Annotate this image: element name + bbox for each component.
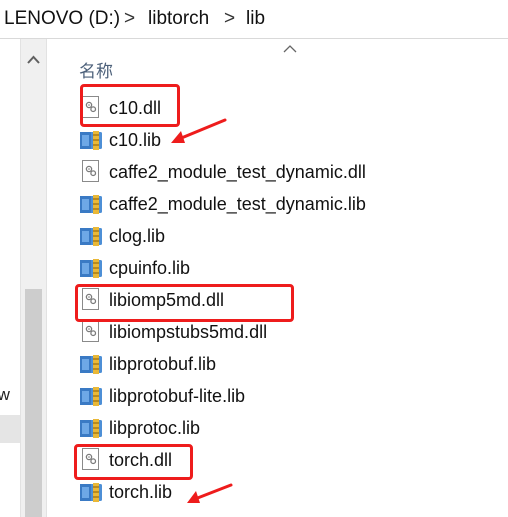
- file-row[interactable]: caffe2_module_test_dynamic.lib: [79, 188, 499, 220]
- nav-item-cut[interactable]: -w: [0, 377, 20, 417]
- sort-ascending-icon: [283, 45, 297, 53]
- lib-archive-icon: [79, 192, 103, 216]
- navigation-pane[interactable]: -w: [0, 39, 20, 517]
- file-name: libprotobuf-lite.lib: [109, 386, 246, 406]
- breadcrumb-separator[interactable]: >: [224, 8, 235, 30]
- file-row[interactable]: libprotobuf.lib: [79, 348, 499, 380]
- lib-archive-icon: [79, 384, 103, 408]
- nav-item-selected[interactable]: [0, 415, 20, 443]
- nav-item-label: -w: [0, 385, 10, 404]
- lib-archive-icon: [79, 416, 103, 440]
- chevron-up-icon: [27, 55, 40, 64]
- scroll-up-button[interactable]: [21, 39, 46, 83]
- file-name: libprotobuf.lib: [109, 354, 217, 374]
- dll-file-icon: [79, 320, 103, 344]
- file-name: caffe2_module_test_dynamic.lib: [109, 194, 366, 214]
- file-row[interactable]: c10.lib: [79, 124, 499, 156]
- lib-archive-icon: [79, 256, 103, 280]
- file-row[interactable]: caffe2_module_test_dynamic.dll: [79, 156, 499, 188]
- highlight-box: [75, 284, 294, 322]
- file-row[interactable]: libprotoc.lib: [79, 412, 499, 444]
- file-name: torch.lib: [109, 482, 173, 502]
- vertical-scrollbar[interactable]: [20, 39, 47, 517]
- arrow-annotation-icon: [187, 483, 233, 503]
- lib-archive-icon: [79, 128, 103, 152]
- file-row[interactable]: clog.lib: [79, 220, 499, 252]
- file-name: cpuinfo.lib: [109, 258, 191, 278]
- column-header-name[interactable]: 名称: [79, 57, 113, 82]
- dll-file-icon: [79, 160, 103, 184]
- breadcrumb-libtorch[interactable]: libtorch: [148, 8, 209, 30]
- file-name: libiompstubs5md.dll: [109, 322, 268, 342]
- address-bar[interactable]: LENOVO (D:) > libtorch > lib: [0, 0, 508, 39]
- scroll-thumb[interactable]: [25, 289, 42, 517]
- arrow-annotation-icon: [171, 118, 227, 143]
- breadcrumb-separator[interactable]: >: [124, 8, 135, 30]
- highlight-box: [80, 84, 180, 127]
- lib-archive-icon: [79, 352, 103, 376]
- breadcrumb-lib[interactable]: lib: [246, 8, 265, 30]
- file-name: c10.lib: [109, 130, 162, 150]
- file-name: caffe2_module_test_dynamic.dll: [109, 162, 366, 182]
- file-name: clog.lib: [109, 226, 166, 246]
- file-row[interactable]: cpuinfo.lib: [79, 252, 499, 284]
- highlight-box: [74, 444, 193, 480]
- file-row[interactable]: torch.lib: [79, 476, 499, 508]
- lib-archive-icon: [79, 480, 103, 504]
- lib-archive-icon: [79, 224, 103, 248]
- file-row[interactable]: libprotobuf-lite.lib: [79, 380, 499, 412]
- breadcrumb-drive[interactable]: LENOVO (D:): [4, 8, 120, 30]
- file-name: libprotoc.lib: [109, 418, 201, 438]
- file-list: 名称 c10.dll c10.lib caffe2_module_test_dyna…: [47, 39, 508, 517]
